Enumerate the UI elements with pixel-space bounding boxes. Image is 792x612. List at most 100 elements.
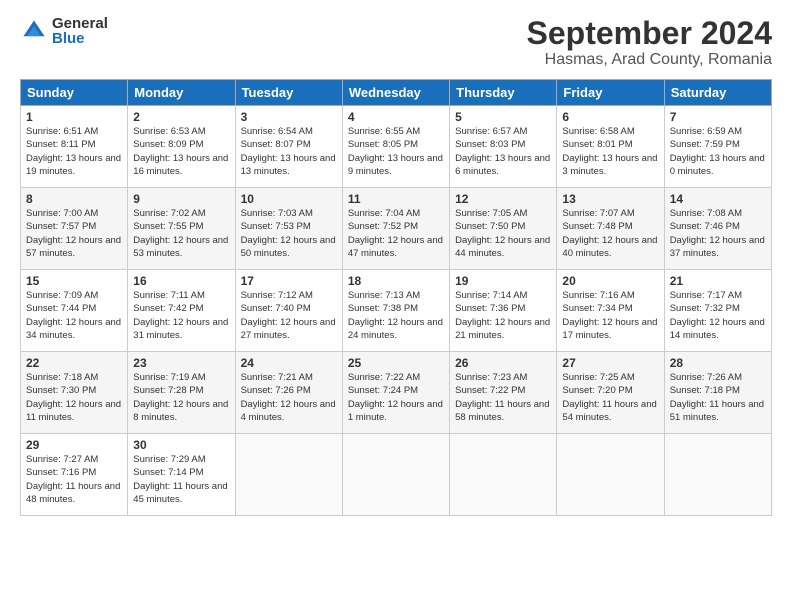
day-number: 3 [241, 110, 337, 124]
calendar-cell: 25 Sunrise: 7:22 AM Sunset: 7:24 PM Dayl… [342, 352, 449, 434]
calendar-cell: 14 Sunrise: 7:08 AM Sunset: 7:46 PM Dayl… [664, 188, 771, 270]
day-info: Sunrise: 7:19 AM Sunset: 7:28 PM Dayligh… [133, 371, 229, 424]
day-number: 2 [133, 110, 229, 124]
sunset-text: Sunset: 7:38 PM [348, 302, 444, 315]
calendar-cell [342, 434, 449, 516]
day-number: 28 [670, 356, 766, 370]
sunset-text: Sunset: 7:44 PM [26, 302, 122, 315]
sunset-text: Sunset: 7:16 PM [26, 466, 122, 479]
logo-icon [20, 17, 48, 45]
sunset-text: Sunset: 7:48 PM [562, 220, 658, 233]
calendar-cell [557, 434, 664, 516]
col-wednesday: Wednesday [342, 80, 449, 106]
calendar-cell: 22 Sunrise: 7:18 AM Sunset: 7:30 PM Dayl… [21, 352, 128, 434]
daylight-text: Daylight: 12 hours and 11 minutes. [26, 398, 122, 425]
daylight-text: Daylight: 11 hours and 51 minutes. [670, 398, 766, 425]
calendar-cell [450, 434, 557, 516]
calendar-cell: 16 Sunrise: 7:11 AM Sunset: 7:42 PM Dayl… [128, 270, 235, 352]
daylight-text: Daylight: 13 hours and 6 minutes. [455, 152, 551, 179]
daylight-text: Daylight: 12 hours and 1 minute. [348, 398, 444, 425]
day-info: Sunrise: 7:21 AM Sunset: 7:26 PM Dayligh… [241, 371, 337, 424]
daylight-text: Daylight: 11 hours and 45 minutes. [133, 480, 229, 507]
daylight-text: Daylight: 12 hours and 34 minutes. [26, 316, 122, 343]
sunset-text: Sunset: 7:34 PM [562, 302, 658, 315]
sunrise-text: Sunrise: 7:00 AM [26, 207, 122, 220]
title-block: September 2024 Hasmas, Arad County, Roma… [527, 16, 772, 69]
daylight-text: Daylight: 13 hours and 0 minutes. [670, 152, 766, 179]
daylight-text: Daylight: 12 hours and 57 minutes. [26, 234, 122, 261]
daylight-text: Daylight: 13 hours and 16 minutes. [133, 152, 229, 179]
day-info: Sunrise: 6:53 AM Sunset: 8:09 PM Dayligh… [133, 125, 229, 178]
calendar-cell: 27 Sunrise: 7:25 AM Sunset: 7:20 PM Dayl… [557, 352, 664, 434]
day-number: 5 [455, 110, 551, 124]
sunset-text: Sunset: 8:05 PM [348, 138, 444, 151]
day-number: 15 [26, 274, 122, 288]
day-number: 22 [26, 356, 122, 370]
day-info: Sunrise: 7:22 AM Sunset: 7:24 PM Dayligh… [348, 371, 444, 424]
header: General Blue September 2024 Hasmas, Arad… [20, 16, 772, 69]
sunset-text: Sunset: 7:52 PM [348, 220, 444, 233]
day-number: 6 [562, 110, 658, 124]
day-number: 7 [670, 110, 766, 124]
calendar-cell: 15 Sunrise: 7:09 AM Sunset: 7:44 PM Dayl… [21, 270, 128, 352]
col-sunday: Sunday [21, 80, 128, 106]
daylight-text: Daylight: 13 hours and 3 minutes. [562, 152, 658, 179]
calendar-week-4: 22 Sunrise: 7:18 AM Sunset: 7:30 PM Dayl… [21, 352, 772, 434]
daylight-text: Daylight: 12 hours and 31 minutes. [133, 316, 229, 343]
sunset-text: Sunset: 7:28 PM [133, 384, 229, 397]
logo-blue-text: Blue [52, 31, 108, 46]
daylight-text: Daylight: 12 hours and 4 minutes. [241, 398, 337, 425]
day-number: 18 [348, 274, 444, 288]
daylight-text: Daylight: 12 hours and 27 minutes. [241, 316, 337, 343]
daylight-text: Daylight: 12 hours and 14 minutes. [670, 316, 766, 343]
day-info: Sunrise: 7:14 AM Sunset: 7:36 PM Dayligh… [455, 289, 551, 342]
page: General Blue September 2024 Hasmas, Arad… [0, 0, 792, 612]
sunset-text: Sunset: 7:50 PM [455, 220, 551, 233]
sunrise-text: Sunrise: 7:13 AM [348, 289, 444, 302]
day-number: 27 [562, 356, 658, 370]
day-number: 25 [348, 356, 444, 370]
col-thursday: Thursday [450, 80, 557, 106]
daylight-text: Daylight: 13 hours and 13 minutes. [241, 152, 337, 179]
day-info: Sunrise: 7:07 AM Sunset: 7:48 PM Dayligh… [562, 207, 658, 260]
day-number: 14 [670, 192, 766, 206]
sunrise-text: Sunrise: 7:03 AM [241, 207, 337, 220]
month-title: September 2024 [527, 16, 772, 51]
sunset-text: Sunset: 7:36 PM [455, 302, 551, 315]
daylight-text: Daylight: 11 hours and 58 minutes. [455, 398, 551, 425]
calendar-header-row: Sunday Monday Tuesday Wednesday Thursday… [21, 80, 772, 106]
col-monday: Monday [128, 80, 235, 106]
calendar-cell: 6 Sunrise: 6:58 AM Sunset: 8:01 PM Dayli… [557, 106, 664, 188]
sunset-text: Sunset: 7:14 PM [133, 466, 229, 479]
sunrise-text: Sunrise: 6:58 AM [562, 125, 658, 138]
sunset-text: Sunset: 7:55 PM [133, 220, 229, 233]
sunset-text: Sunset: 8:07 PM [241, 138, 337, 151]
day-info: Sunrise: 6:59 AM Sunset: 7:59 PM Dayligh… [670, 125, 766, 178]
sunrise-text: Sunrise: 7:25 AM [562, 371, 658, 384]
calendar-cell: 8 Sunrise: 7:00 AM Sunset: 7:57 PM Dayli… [21, 188, 128, 270]
logo: General Blue [20, 16, 108, 46]
day-number: 8 [26, 192, 122, 206]
calendar-week-5: 29 Sunrise: 7:27 AM Sunset: 7:16 PM Dayl… [21, 434, 772, 516]
calendar-cell: 23 Sunrise: 7:19 AM Sunset: 7:28 PM Dayl… [128, 352, 235, 434]
logo-text: General Blue [52, 16, 108, 46]
sunset-text: Sunset: 7:32 PM [670, 302, 766, 315]
daylight-text: Daylight: 12 hours and 24 minutes. [348, 316, 444, 343]
sunset-text: Sunset: 7:59 PM [670, 138, 766, 151]
calendar-cell: 4 Sunrise: 6:55 AM Sunset: 8:05 PM Dayli… [342, 106, 449, 188]
calendar-cell: 10 Sunrise: 7:03 AM Sunset: 7:53 PM Dayl… [235, 188, 342, 270]
day-info: Sunrise: 7:03 AM Sunset: 7:53 PM Dayligh… [241, 207, 337, 260]
daylight-text: Daylight: 12 hours and 17 minutes. [562, 316, 658, 343]
calendar-cell: 12 Sunrise: 7:05 AM Sunset: 7:50 PM Dayl… [450, 188, 557, 270]
day-number: 21 [670, 274, 766, 288]
sunrise-text: Sunrise: 7:07 AM [562, 207, 658, 220]
day-number: 12 [455, 192, 551, 206]
day-info: Sunrise: 7:23 AM Sunset: 7:22 PM Dayligh… [455, 371, 551, 424]
sunrise-text: Sunrise: 7:27 AM [26, 453, 122, 466]
daylight-text: Daylight: 12 hours and 37 minutes. [670, 234, 766, 261]
sunrise-text: Sunrise: 7:22 AM [348, 371, 444, 384]
day-info: Sunrise: 7:11 AM Sunset: 7:42 PM Dayligh… [133, 289, 229, 342]
sunrise-text: Sunrise: 6:53 AM [133, 125, 229, 138]
calendar-table: Sunday Monday Tuesday Wednesday Thursday… [20, 79, 772, 516]
day-number: 20 [562, 274, 658, 288]
